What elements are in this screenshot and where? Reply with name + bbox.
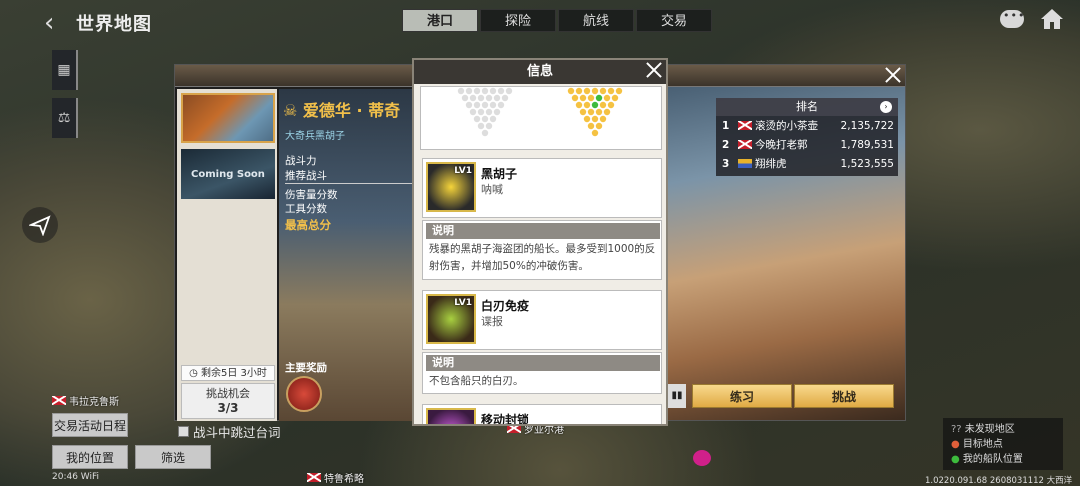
map-legend: ?? 未发现地区 ● 目标地点 ● 我的船队位置 — [943, 418, 1063, 470]
legend-item: ● 我的船队位置 — [951, 454, 1023, 465]
description-header: 说明 — [426, 355, 660, 371]
event-panel: Coming Soon ◷ 剩余5日 3小时 挑战机会 3/3 ☠ 爱德华 · … — [174, 64, 418, 421]
filter-button[interactable]: 筛选 — [135, 445, 211, 469]
tab-trade[interactable]: 交易 — [636, 9, 712, 32]
reward-item-icon[interactable] — [286, 376, 322, 412]
reward-label: 主要奖励 — [285, 362, 327, 374]
stat-label-highlight: 最高总分 — [285, 218, 331, 232]
legend-item: ● 目标地点 — [951, 439, 1003, 450]
navigate-icon[interactable] — [22, 207, 58, 243]
stat-label: 战斗力 — [285, 155, 317, 167]
skill-card: LV1 白刃免疫 谍报 — [422, 290, 662, 350]
trade-schedule-button[interactable]: 交易活动日程 — [52, 413, 128, 437]
castle-icon[interactable]: ▦ — [52, 50, 78, 90]
skull-emblem-icon: ☠ — [283, 101, 298, 120]
tab-explore[interactable]: 探险 — [480, 9, 556, 32]
ranking-row: 2 今晚打老郭 1,789,531 — [722, 138, 894, 152]
back-icon[interactable]: ‹ — [44, 8, 54, 38]
tab-port[interactable]: 港口 — [402, 9, 478, 32]
skill-card: LV1 黑胡子 呐喊 — [422, 158, 662, 218]
chevron-right-icon[interactable]: › — [880, 101, 892, 113]
hex-grid-svg — [457, 87, 623, 137]
stat-label: 工具分数 — [285, 203, 327, 215]
legend-item: ?? 未发现地区 — [951, 424, 1015, 435]
challenge-button[interactable]: 挑战 — [794, 384, 894, 408]
skill-name: 白刃免疫 — [481, 299, 530, 313]
skill-type: 谍报 — [481, 315, 503, 328]
uk-flag-icon — [307, 473, 321, 482]
skill-name: 黑胡子 — [481, 167, 518, 181]
clock-icon: ◷ — [189, 368, 201, 379]
uk-flag-icon — [738, 140, 752, 149]
nl-flag-icon — [738, 159, 752, 168]
description-text: 不包含船只的白刃。 — [429, 375, 524, 387]
checkbox[interactable] — [178, 426, 189, 437]
skill-name: 移动封锁 — [481, 413, 530, 426]
ranking-row: 3 翔绯虎 1,523,555 — [722, 157, 894, 171]
stats-icon[interactable]: ▮▮ — [668, 384, 686, 408]
description-text: 残暴的黑胡子海盗团的船长。最多受到1000的反射伤害，并增加50%的冲破伤害。 — [429, 243, 656, 272]
divider — [285, 183, 413, 184]
close-icon[interactable] — [644, 60, 664, 80]
uk-flag-icon — [52, 396, 66, 405]
lock-skill-icon — [426, 408, 476, 424]
info-modal-header: 信息 — [414, 60, 666, 84]
top-tabs: 港口 探险 航线 交易 — [402, 9, 712, 32]
page-title: 世界地图 — [76, 14, 152, 35]
skill-description: 说明 不包含船只的白刃。 — [422, 352, 662, 394]
chat-icon[interactable] — [1000, 9, 1025, 28]
target-pin-icon: ● — [951, 439, 963, 450]
event-thumbnail-list: Coming Soon ◷ 剩余5日 3小时 挑战机会 3/3 — [177, 89, 277, 421]
unknown-icon: ?? — [951, 424, 965, 435]
home-icon[interactable] — [1040, 8, 1064, 30]
info-modal: 信息 LV1 黑胡子 呐喊 说明 残暴的黑胡子海盗团的船长。最多受到1000的反… — [412, 58, 668, 426]
map-coordinates: 1.0220.091.68 2608031112 大西洋 — [925, 476, 1073, 486]
map-city-label[interactable]: 特鲁希略 — [307, 470, 364, 485]
event-timer: ◷ 剩余5日 3小时 — [181, 365, 275, 381]
map-city-label[interactable]: 韦拉克鲁斯 — [52, 393, 119, 408]
tab-route[interactable]: 航线 — [558, 9, 634, 32]
status-bar: 20:46 WiFi — [52, 472, 100, 482]
description-header: 说明 — [426, 223, 660, 239]
sword-skill-icon: LV1 — [426, 294, 476, 344]
challenge-chances: 挑战机会 3/3 — [181, 383, 275, 419]
skill-card: 移动封锁 — [422, 404, 662, 426]
skill-description: 说明 残暴的黑胡子海盗团的船长。最多受到1000的反射伤害，并增加50%的冲破伤… — [422, 220, 662, 280]
panel-header — [667, 65, 905, 87]
ranking-table: 排名 › 1 滚烫的小茶壶 2,135,722 2 今晚打老郭 1,789,53… — [716, 98, 898, 176]
stat-label: 伤害量分数 — [285, 189, 338, 201]
event-thumbnail-coming-soon[interactable]: Coming Soon — [181, 149, 275, 199]
my-location-button[interactable]: 我的位置 — [52, 445, 128, 469]
panel-header — [175, 65, 417, 87]
stat-label: 推荐战斗 — [285, 170, 327, 182]
close-icon[interactable] — [883, 65, 903, 85]
ranking-row: 1 滚烫的小茶壶 2,135,722 — [722, 119, 894, 133]
pirate-skull-icon[interactable] — [693, 450, 711, 466]
uk-flag-icon — [738, 121, 752, 130]
event-subtitle: 大奇兵黑胡子 — [285, 131, 345, 142]
skip-dialog-toggle[interactable]: 战斗中跳过台词 — [178, 422, 281, 441]
skill-type: 呐喊 — [481, 183, 503, 196]
event-title: ☠ 爱德华 · 蒂奇 — [283, 101, 401, 120]
scales-icon[interactable]: ⚖ — [52, 98, 78, 138]
pirate-skill-icon: LV1 — [426, 162, 476, 212]
fleet-icon: ● — [951, 454, 963, 465]
ranking-header: 排名 › — [716, 98, 898, 116]
practice-button[interactable]: 练习 — [692, 384, 792, 408]
hex-grid-preview — [420, 86, 662, 150]
event-thumbnail-ship[interactable] — [181, 93, 275, 143]
